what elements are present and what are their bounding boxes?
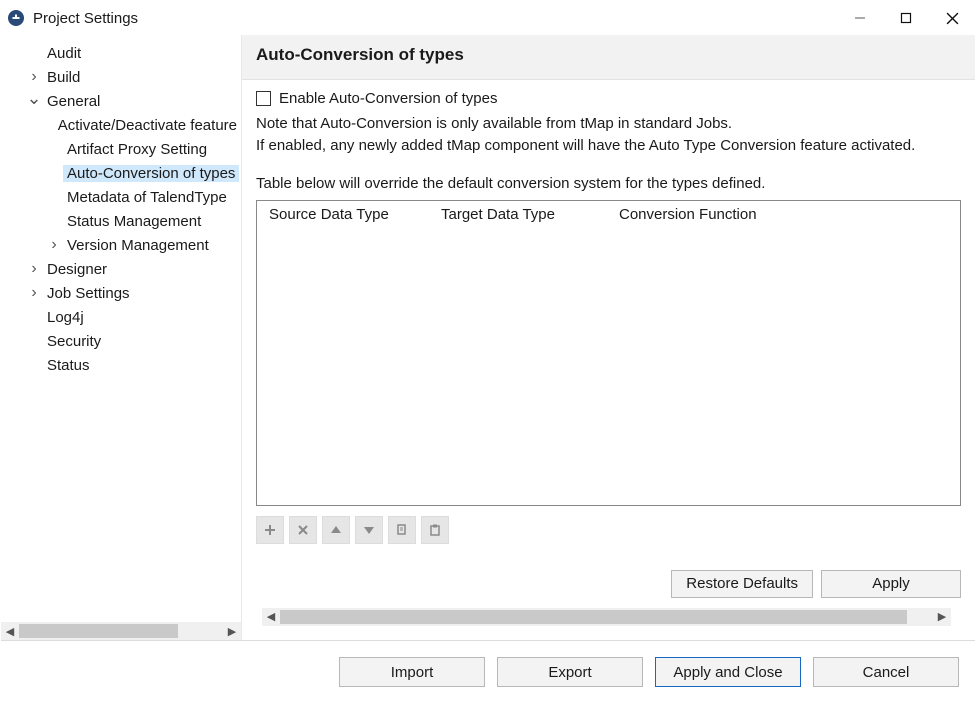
tree-item[interactable]: ·Audit — [3, 41, 241, 65]
tree-item-label: Log4j — [43, 309, 88, 326]
apply-label: Apply — [872, 575, 910, 592]
apply-and-close-button[interactable]: Apply and Close — [655, 657, 801, 687]
content-panel: Auto-Conversion of types Enable Auto-Con… — [241, 35, 975, 640]
move-up-button[interactable] — [322, 516, 350, 544]
tree-item-label: General — [43, 93, 104, 110]
tree-item[interactable]: ·Security — [3, 329, 241, 353]
dialog-footer: Import Export Apply and Close Cancel — [1, 640, 975, 707]
chevron-right-icon[interactable]: › — [47, 236, 61, 254]
import-button[interactable]: Import — [339, 657, 485, 687]
chevron-right-icon[interactable]: › — [27, 284, 41, 302]
tree-item-label: Version Management — [63, 237, 213, 254]
tree-item[interactable]: ·Activate/Deactivate feature — [3, 113, 241, 137]
tree-item-label: Status — [43, 357, 94, 374]
tree-item-label: Status Management — [63, 213, 205, 230]
remove-row-button[interactable] — [289, 516, 317, 544]
app-icon — [7, 9, 25, 27]
tree-item-label: Audit — [43, 45, 85, 62]
move-down-button[interactable] — [355, 516, 383, 544]
add-row-button[interactable] — [256, 516, 284, 544]
apply-and-close-label: Apply and Close — [673, 664, 782, 681]
chevron-down-icon[interactable]: ⌄ — [27, 88, 41, 109]
chevron-right-icon[interactable]: › — [27, 68, 41, 86]
tree-item-label: Auto-Conversion of types — [63, 165, 239, 182]
table-header: Source Data Type Target Data Type Conver… — [257, 201, 960, 229]
note-text: Note that Auto-Conversion is only availa… — [256, 113, 961, 157]
conversion-table[interactable]: Source Data Type Target Data Type Conver… — [256, 200, 961, 506]
tree-item[interactable]: ·Auto-Conversion of types — [3, 161, 241, 185]
restore-defaults-label: Restore Defaults — [686, 575, 798, 592]
tree-item-label: Metadata of TalendType — [63, 189, 231, 206]
tree-item[interactable]: ·Log4j — [3, 305, 241, 329]
col-target-data-type[interactable]: Target Data Type — [435, 202, 613, 227]
scroll-left-icon[interactable]: ◀ — [262, 608, 280, 626]
tree-item[interactable]: ⌄General — [3, 89, 241, 113]
titlebar: Project Settings — [1, 1, 975, 35]
scroll-thumb[interactable] — [19, 624, 178, 638]
minimize-button[interactable] — [837, 2, 883, 34]
tree-item[interactable]: ›Designer — [3, 257, 241, 281]
content-header: Auto-Conversion of types — [242, 35, 975, 80]
chevron-right-icon[interactable]: › — [27, 260, 41, 278]
scroll-right-icon[interactable]: ▶ — [933, 608, 951, 626]
export-button[interactable]: Export — [497, 657, 643, 687]
maximize-button[interactable] — [883, 2, 929, 34]
tree-item[interactable]: ·Artifact Proxy Setting — [3, 137, 241, 161]
page-title: Auto-Conversion of types — [256, 45, 961, 65]
sidebar-hscroll[interactable]: ◀ ▶ — [1, 622, 241, 640]
table-caption: Table below will override the default co… — [256, 175, 961, 192]
tree-item[interactable]: ›Job Settings — [3, 281, 241, 305]
settings-tree: ·Audit›Build⌄General·Activate/Deactivate… — [1, 41, 241, 622]
sidebar: ·Audit›Build⌄General·Activate/Deactivate… — [1, 35, 241, 640]
tree-item-label: Build — [43, 69, 84, 86]
scroll-left-icon[interactable]: ◀ — [1, 622, 19, 640]
scroll-track[interactable] — [280, 608, 933, 626]
scroll-right-icon[interactable]: ▶ — [223, 622, 241, 640]
note-line-2: If enabled, any newly added tMap compone… — [256, 135, 961, 157]
window-title: Project Settings — [33, 10, 138, 27]
restore-defaults-button[interactable]: Restore Defaults — [671, 570, 813, 598]
scroll-thumb[interactable] — [280, 610, 907, 624]
cancel-button[interactable]: Cancel — [813, 657, 959, 687]
import-label: Import — [391, 664, 434, 681]
col-source-data-type[interactable]: Source Data Type — [263, 202, 435, 227]
table-toolbar — [256, 516, 961, 544]
tree-item-label: Designer — [43, 261, 111, 278]
tree-item[interactable]: ›Version Management — [3, 233, 241, 257]
copy-button[interactable] — [388, 516, 416, 544]
tree-item[interactable]: ·Status Management — [3, 209, 241, 233]
cancel-label: Cancel — [863, 664, 910, 681]
tree-item-label: Security — [43, 333, 105, 350]
tree-item-label: Job Settings — [43, 285, 134, 302]
enable-auto-conversion-checkbox[interactable]: Enable Auto-Conversion of types — [256, 90, 961, 107]
paste-button[interactable] — [421, 516, 449, 544]
checkbox-box-icon[interactable] — [256, 91, 271, 106]
close-button[interactable] — [929, 2, 975, 34]
checkbox-label: Enable Auto-Conversion of types — [279, 90, 497, 107]
col-conversion-function[interactable]: Conversion Function — [613, 202, 960, 227]
tree-item-label: Artifact Proxy Setting — [63, 141, 211, 158]
content-hscroll[interactable]: ◀ ▶ — [262, 608, 951, 626]
note-line-1: Note that Auto-Conversion is only availa… — [256, 113, 961, 135]
tree-item[interactable]: ›Build — [3, 65, 241, 89]
apply-button[interactable]: Apply — [821, 570, 961, 598]
tree-item[interactable]: ·Status — [3, 353, 241, 377]
export-label: Export — [548, 664, 591, 681]
tree-item-label: Activate/Deactivate feature — [54, 117, 241, 134]
tree-item[interactable]: ·Metadata of TalendType — [3, 185, 241, 209]
scroll-track[interactable] — [19, 622, 223, 640]
